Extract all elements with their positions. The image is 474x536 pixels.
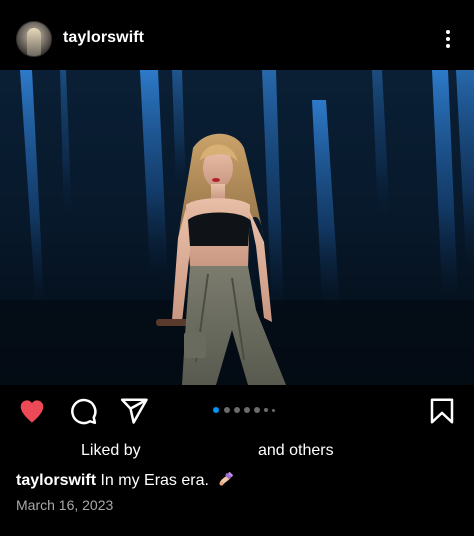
carousel-dot	[234, 407, 240, 413]
post-header: taylorswift	[0, 0, 474, 70]
concert-photo	[0, 70, 474, 385]
bookmark-icon[interactable]	[427, 396, 457, 426]
likes-summary[interactable]: Liked by and others	[0, 438, 474, 464]
send-icon[interactable]	[119, 396, 149, 426]
carousel-dot	[272, 409, 275, 412]
more-options-button[interactable]	[440, 26, 456, 52]
post-caption: taylorswift In my Eras era.	[16, 470, 235, 490]
avatar-image	[27, 28, 41, 56]
post-image[interactable]	[0, 70, 474, 385]
post-username[interactable]: taylorswift	[63, 29, 144, 47]
redacted-region	[148, 440, 252, 460]
likes-others[interactable]: and others	[258, 442, 334, 460]
carousel-dot-active	[213, 407, 219, 413]
caption-username[interactable]: taylorswift	[16, 472, 96, 489]
more-vertical-icon	[446, 30, 450, 34]
nail-polish-icon	[219, 471, 234, 486]
carousel-indicator	[213, 406, 277, 414]
carousel-dot	[264, 408, 268, 412]
post-date: March 16, 2023	[16, 497, 114, 513]
caption-text: In my Eras era.	[100, 472, 209, 489]
avatar[interactable]	[16, 21, 52, 57]
carousel-dot	[244, 407, 250, 413]
comment-icon[interactable]	[68, 396, 98, 426]
carousel-dot	[254, 407, 260, 413]
heart-filled-icon[interactable]	[17, 396, 47, 426]
redacted-region	[14, 440, 76, 460]
likes-prefix: Liked by	[81, 442, 141, 459]
carousel-dot	[224, 407, 230, 413]
